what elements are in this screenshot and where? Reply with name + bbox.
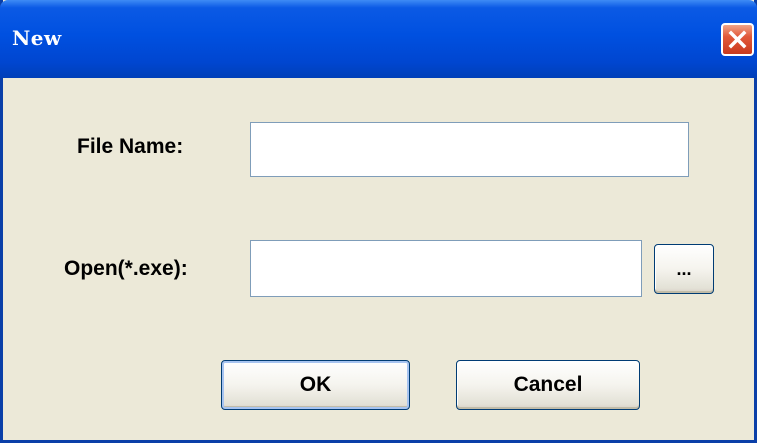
open-exe-label: Open(*.exe): (64, 257, 188, 280)
file-name-input[interactable] (250, 122, 689, 177)
ok-button[interactable]: OK (221, 360, 410, 410)
close-icon (728, 30, 747, 49)
browse-button[interactable]: ... (654, 244, 714, 294)
file-name-label: File Name: (77, 135, 184, 158)
cancel-button[interactable]: Cancel (456, 360, 640, 410)
dialog-title: New (12, 26, 62, 50)
title-bar[interactable]: New (0, 0, 757, 78)
new-dialog: New File Name: Open(*.exe): ... OK Cance… (0, 0, 757, 443)
close-button[interactable] (721, 23, 754, 56)
open-exe-input[interactable] (250, 240, 642, 297)
